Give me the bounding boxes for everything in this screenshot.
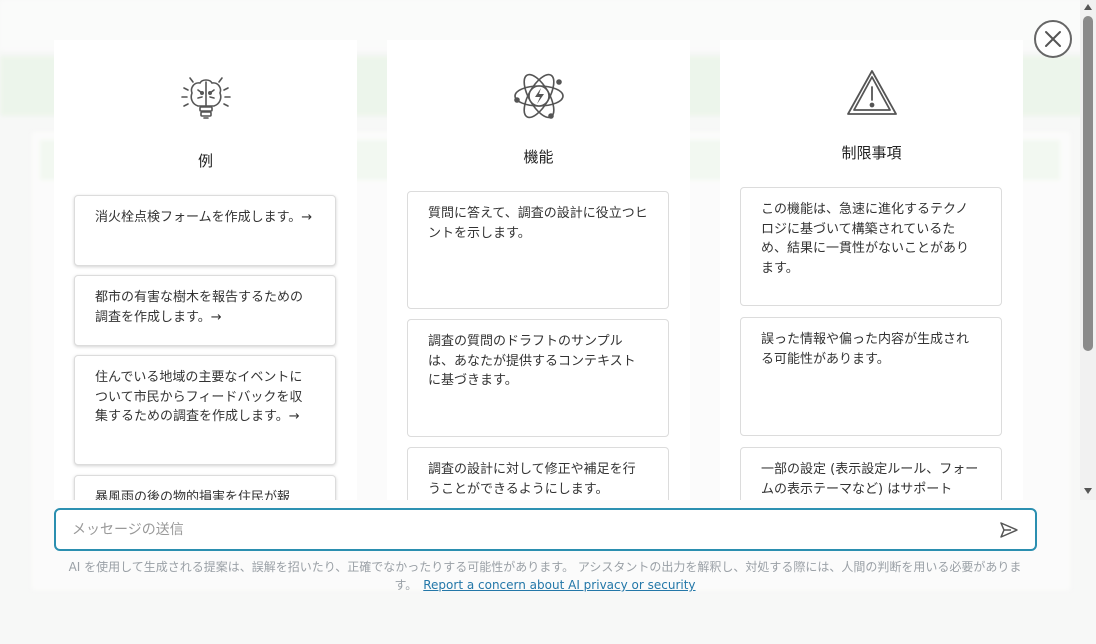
example-card[interactable]: 暴風雨の後の物的損害を住民が報 — [74, 475, 336, 500]
capability-card-text: 調査の質問のドラフトのサンプルは、あなたが提供するコンテキストに基づきます。 — [428, 334, 636, 388]
examples-column: 例 消火栓点検フォームを作成します。→ 都市の有害な樹木を報告するための調査を作… — [54, 40, 357, 500]
limitation-card: 一部の設定 (表示設定ルール、フォームの表示テーマなど) はサポート — [740, 447, 1002, 500]
message-input[interactable] — [56, 510, 989, 549]
example-card[interactable]: 消火栓点検フォームを作成します。→ — [74, 195, 336, 266]
atom-bolt-icon — [387, 68, 690, 124]
close-icon — [1045, 31, 1061, 47]
limitation-card-text: 一部の設定 (表示設定ルール、フォームの表示テーマなど) はサポート — [761, 462, 979, 497]
report-concern-link[interactable]: Report a concern about AI privacy or sec… — [423, 578, 695, 592]
message-composer — [54, 508, 1037, 551]
capability-card: 調査の質問のドラフトのサンプルは、あなたが提供するコンテキストに基づきます。 — [407, 319, 669, 437]
capability-card: 質問に答えて、調査の設計に役立つヒントを示します。 — [407, 191, 669, 309]
send-button[interactable] — [989, 510, 1029, 549]
examples-title: 例 — [197, 152, 213, 170]
capability-card: 調査の設計に対して修正や補足を行うことができるようにします。 — [407, 447, 669, 500]
limitation-card: 誤った情報や偏った内容が生成される可能性があります。 — [740, 317, 1002, 436]
capability-card-text: 質問に答えて、調査の設計に役立つヒントを示します。 — [428, 206, 648, 241]
capabilities-title: 機能 — [523, 148, 554, 166]
limitations-title: 制限事項 — [841, 144, 902, 162]
example-card-text: 消火栓点検フォームを作成します。→ — [95, 210, 313, 225]
limitations-column: 制限事項 この機能は、急速に進化するテクノロジに基づいて構築されているため、結果… — [720, 40, 1023, 500]
limitation-card-text: この機能は、急速に進化するテクノロジに基づいて構築されているため、結果に一貫性が… — [761, 202, 970, 276]
send-icon — [1000, 521, 1018, 538]
warning-icon — [720, 66, 1023, 122]
ai-disclaimer: AI を使用して生成される提案は、誤解を招いたり、正確でなかったりする可能性があ… — [60, 558, 1030, 594]
example-card-text: 暴風雨の後の物的損害を住民が報 — [95, 490, 291, 500]
scrollbar[interactable] — [1080, 0, 1096, 500]
scroll-up-arrow-icon[interactable] — [1084, 4, 1092, 10]
example-card[interactable]: 住んでいる地域の主要なイベントについて市民からフィードバックを収集するための調査… — [74, 355, 336, 465]
limitation-card: この機能は、急速に進化するテクノロジに基づいて構築されているため、結果に一貫性が… — [740, 187, 1002, 306]
scroll-thumb[interactable] — [1083, 16, 1093, 351]
example-card-text: 住んでいる地域の主要なイベントについて市民からフィードバックを収集するための調査… — [95, 370, 303, 424]
capability-card-text: 調査の設計に対して修正や補足を行うことができるようにします。 — [428, 462, 636, 497]
example-card-text: 都市の有害な樹木を報告するための調査を作成します。→ — [95, 290, 304, 325]
limitation-card-text: 誤った情報や偏った内容が生成される可能性があります。 — [761, 332, 970, 367]
capabilities-column: 機能 質問に答えて、調査の設計に役立つヒントを示します。 調査の質問のドラフトの… — [387, 40, 690, 500]
brain-icon — [54, 70, 357, 126]
scroll-down-arrow-icon[interactable] — [1084, 488, 1092, 494]
close-button[interactable] — [1034, 20, 1072, 58]
example-card[interactable]: 都市の有害な樹木を報告するための調査を作成します。→ — [74, 275, 336, 346]
